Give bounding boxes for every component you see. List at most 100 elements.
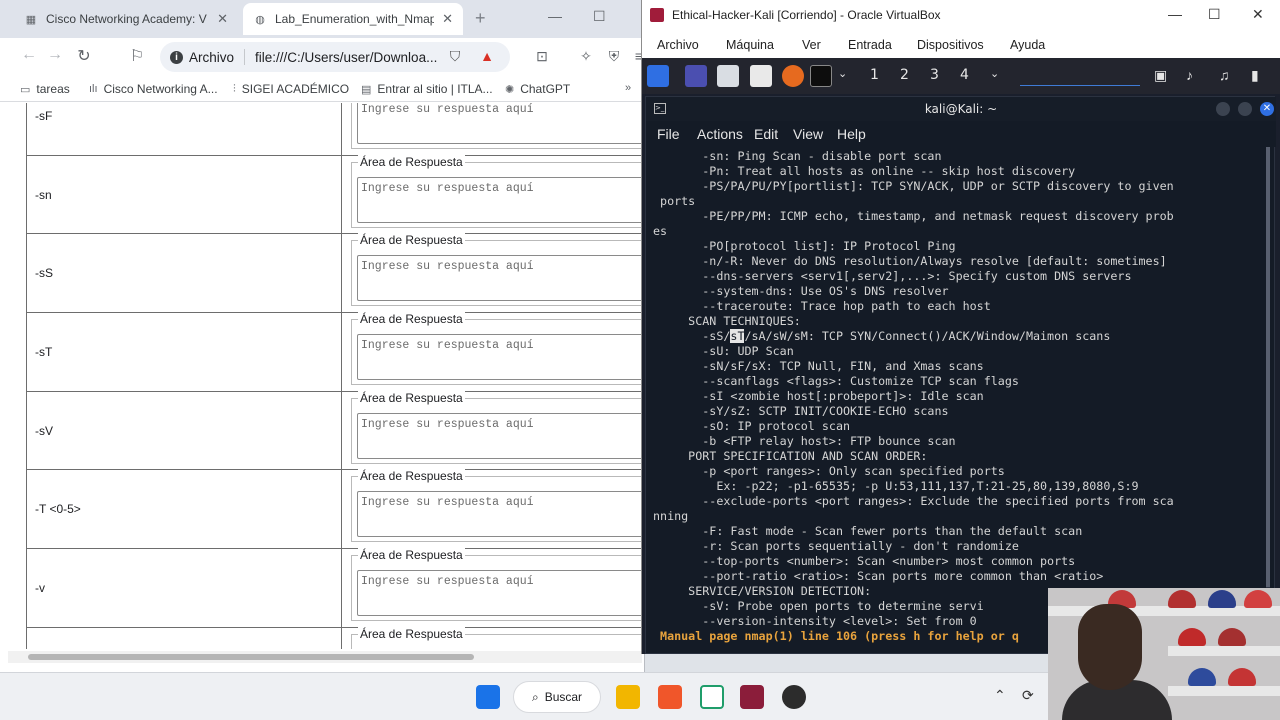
scrollbar-thumb[interactable] <box>1266 147 1270 587</box>
menu-ver[interactable]: Ver <box>802 38 821 52</box>
terminal-menu-view[interactable]: View <box>793 126 823 142</box>
shield-icon[interactable]: ⛨ <box>605 47 623 65</box>
bookmark-tareas[interactable]: ▭ tareas <box>20 82 70 96</box>
answer-fieldset: Área de RespuestaIngrese su respuesta aq… <box>351 390 645 464</box>
terminal-window: >_ kali@Kali: ~ ✕ File Actions Edit View… <box>645 96 1276 654</box>
workspace-show-icon[interactable] <box>685 65 707 87</box>
vbox-menu-bar: Archivo Máquina Ver Entrada Dispositivos… <box>642 30 1280 58</box>
bookmark-sigei[interactable]: ⫶ SIGEI ACADÉMICO <box>233 82 349 96</box>
terminal-line: -n/-R: Never do DNS resolution/Always re… <box>653 254 1167 268</box>
bookmark-icon[interactable]: ⚐ <box>126 46 148 66</box>
more-bookmarks-icon[interactable]: » <box>625 82 631 94</box>
terminal-menu-edit[interactable]: Edit <box>754 126 778 142</box>
terminal-menu-actions[interactable]: Actions <box>697 126 743 142</box>
browser-window: ▦ Cisco Networking Academy: V Hack ✕ ◍ L… <box>0 0 645 672</box>
close-icon[interactable]: ✕ <box>1260 102 1274 116</box>
brave-browser-icon[interactable] <box>658 685 682 709</box>
file-explorer-icon[interactable] <box>616 685 640 709</box>
maximize-icon[interactable]: ☐ <box>593 8 606 25</box>
taskbar-search[interactable]: ⌕ Buscar <box>513 681 601 713</box>
terminal-menu-file[interactable]: File <box>657 126 680 142</box>
volume-icon[interactable]: ♪ <box>1186 67 1193 83</box>
bookmark-chatgpt[interactable]: ✺ ChatGPT <box>505 82 570 96</box>
notification-bell-icon[interactable]: ♫ <box>1219 67 1230 83</box>
maximize-icon[interactable] <box>1238 102 1252 116</box>
terminal-menu-help[interactable]: Help <box>837 126 866 142</box>
chevron-up-icon[interactable]: ⌃ <box>994 687 1006 704</box>
chevron-down-icon[interactable]: ⌄ <box>838 67 847 80</box>
text-editor-icon[interactable] <box>750 65 772 87</box>
minimize-icon[interactable]: — <box>548 8 562 24</box>
answer-textarea[interactable]: Ingrese su respuesta aquí <box>357 412 645 459</box>
table-row: -sS Área de Respuesta Ingrese su respuesta… <box>26 233 645 314</box>
app-icon[interactable] <box>782 685 806 709</box>
virtualbox-taskbar-icon[interactable] <box>740 685 764 709</box>
file-manager-icon[interactable] <box>717 65 739 87</box>
answer-textarea[interactable]: Ingrese su respuesta aquí <box>357 491 645 538</box>
table-row: -sF Ingrese su respuesta aquí <box>26 103 645 156</box>
scrollbar-thumb[interactable] <box>28 654 474 660</box>
terminal-scrollbar[interactable] <box>1266 147 1270 637</box>
bookmark-cisco[interactable]: ılı Cisco Networking A... <box>89 82 218 96</box>
maximize-icon[interactable]: ☐ <box>1208 6 1221 23</box>
answer-textarea[interactable]: Ingrese su respuesta aquí <box>357 255 645 302</box>
search-label: Buscar <box>544 690 583 704</box>
minimize-icon[interactable]: — <box>1168 6 1182 22</box>
brave-shield-icon[interactable]: ⛉ <box>446 47 464 65</box>
close-icon[interactable]: ✕ <box>1252 6 1264 23</box>
tab-title: Lab_Enumeration_with_Nmap.h <box>275 12 435 26</box>
new-tab-button[interactable]: + <box>475 8 486 29</box>
person-head <box>1078 604 1142 690</box>
answer-table: -sF Ingrese su respuesta aquí -sn Área de R… <box>26 103 645 649</box>
answer-fieldset: Área de RespuestaIngrese su respuesta aq… <box>351 233 645 307</box>
info-icon[interactable]: i <box>170 50 183 64</box>
firefox-icon[interactable] <box>782 65 804 87</box>
answer-textarea[interactable]: Ingrese su respuesta aquí <box>357 570 645 617</box>
back-icon[interactable]: ← <box>18 46 40 64</box>
screenshot-icon[interactable]: ⊡ <box>533 47 551 65</box>
answer-textarea[interactable]: Ingrese su respuesta aquí <box>357 334 645 381</box>
workspace-1[interactable]: 1 <box>870 67 879 83</box>
workspace-2[interactable]: 2 <box>900 67 909 83</box>
ai-icon[interactable]: ✧ <box>577 47 595 65</box>
menu-archivo[interactable]: Archivo <box>657 38 699 52</box>
table-row: -sT Área de Respuesta Ingrese su respuesta… <box>26 312 645 392</box>
lock-icon[interactable]: ▮ <box>1251 67 1259 84</box>
bookmark-itla[interactable]: ▤ Entrar al sitio | ITLA... <box>361 82 493 96</box>
sync-icon[interactable]: ⟳ <box>1022 687 1034 704</box>
workspace-3[interactable]: 3 <box>930 67 939 83</box>
terminal-icon[interactable] <box>810 65 832 87</box>
reload-icon[interactable]: ↻ <box>73 46 95 66</box>
answer-legend: Área de Respuesta <box>358 626 465 641</box>
forward-icon[interactable]: → <box>44 46 66 64</box>
menu-entrada[interactable]: Entrada <box>848 38 892 52</box>
menu-dispositivos[interactable]: Dispositivos <box>917 38 984 52</box>
menu-ayuda[interactable]: Ayuda <box>1010 38 1045 52</box>
kali-top-panel: ⌄ 1 2 3 4 ⌄ ▣ ♪ ♫ ▮ <box>642 58 1280 94</box>
terminal-line: -p <port ranges>: Only scan specified po… <box>653 464 1005 478</box>
kali-menu-icon[interactable] <box>647 65 669 87</box>
brave-rewards-icon[interactable]: ▲ <box>478 47 496 65</box>
terminal-output[interactable]: -sn: Ping Scan - disable port scan -Pn: … <box>653 149 1265 647</box>
chevron-down-icon[interactable]: ⌄ <box>990 67 999 80</box>
table-row: -sn Área de Respuesta Ingrese su respuesta… <box>26 154 645 235</box>
windows-start-icon[interactable] <box>476 685 500 709</box>
horizontal-scrollbar[interactable] <box>8 651 642 663</box>
option-label: -sn <box>26 155 342 234</box>
terminal-line: -PE/PP/PM: ICMP echo, timestamp, and net… <box>653 209 1174 223</box>
answer-textarea[interactable]: Ingrese su respuesta aquí <box>357 103 645 144</box>
answer-legend: Área de Respuesta <box>358 469 465 484</box>
tab-cisco[interactable]: ▦ Cisco Networking Academy: V Hack ✕ <box>14 3 238 35</box>
minimize-icon[interactable] <box>1216 102 1230 116</box>
option-label: -sV <box>26 391 342 470</box>
answer-fieldset: Área de RespuestaIngrese su respuesta aq… <box>351 548 645 622</box>
close-tab-icon[interactable]: ✕ <box>442 11 453 27</box>
menu-maquina[interactable]: Máquina <box>726 38 774 52</box>
close-tab-icon[interactable]: ✕ <box>217 11 228 27</box>
answer-textarea[interactable]: Ingrese su respuesta aquí <box>357 176 645 223</box>
workspace-4[interactable]: 4 <box>960 67 969 83</box>
vscode-icon[interactable] <box>700 685 724 709</box>
answer-fieldset: Área de RespuestaIngrese su respuesta aq… <box>351 626 645 649</box>
tab-lab-enumeration[interactable]: ◍ Lab_Enumeration_with_Nmap.h ✕ <box>243 3 463 35</box>
display-icon[interactable]: ▣ <box>1154 67 1167 84</box>
